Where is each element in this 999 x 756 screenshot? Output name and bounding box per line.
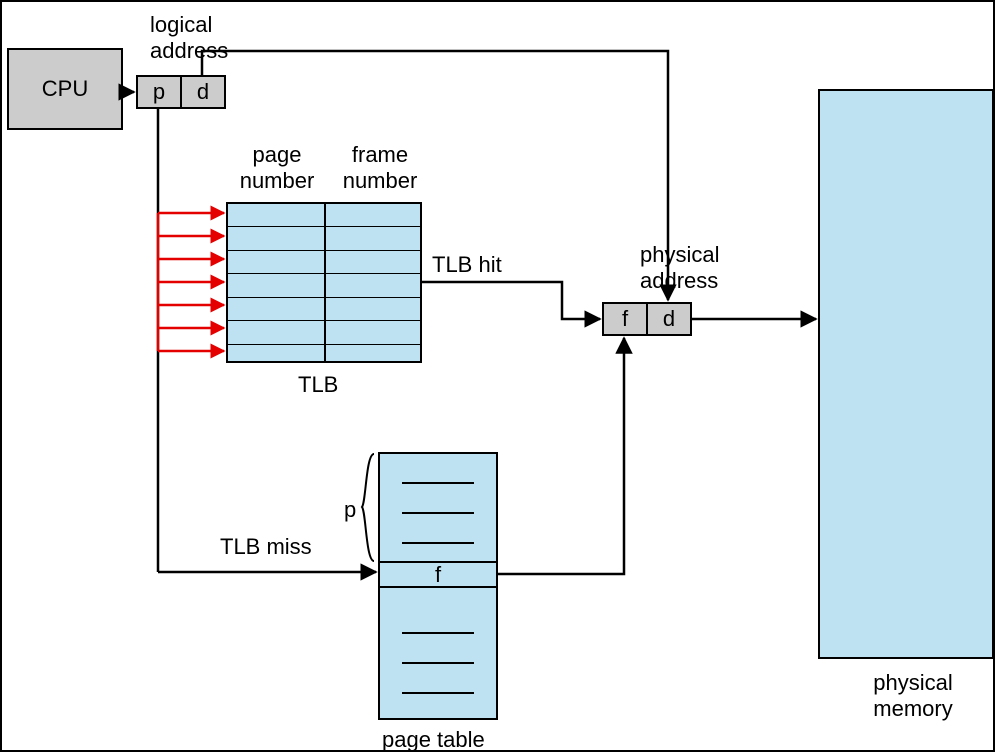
logical-address-d-cell: d [180,75,226,109]
logical-address-p: p [153,79,165,105]
page-table-entry-line [402,512,474,514]
page-table-entry-line [402,632,474,634]
page-table-f-row: f [378,561,498,588]
logical-address-d: d [197,79,209,105]
physical-memory-box [818,89,994,659]
tlb-row [228,251,420,274]
page-table-entry-line [402,542,474,544]
page-table-entry-line [402,482,474,484]
tlb-row [228,321,420,344]
physical-address-f-cell: f [602,302,648,336]
page-table-entry-line [402,692,474,694]
page-table-f-value: f [435,562,441,588]
diagram-canvas: CPU logical address p d page number fram… [0,0,995,752]
physical-address-d-cell: d [646,302,692,336]
tlb-miss-label: TLB miss [220,534,312,560]
tlb-row [228,345,420,367]
physical-address-label: physical address [640,242,719,294]
logical-address-p-cell: p [136,75,182,109]
tlb-hit-label: TLB hit [432,252,502,278]
cpu-label: CPU [42,76,88,102]
cpu-box: CPU [7,48,123,130]
tlb-label: TLB [298,372,338,398]
tlb-frame-number-header: frame number [330,142,430,194]
page-table-label: page table [382,727,485,753]
page-table-index-label: p [344,497,356,523]
tlb-row [228,227,420,250]
tlb-row [228,298,420,321]
physical-address-f: f [622,306,628,332]
tlb-table [226,202,422,363]
page-table-entry-line [402,662,474,664]
physical-address-d: d [663,306,675,332]
tlb-row [228,204,420,227]
logical-address-label: logical address [150,12,228,64]
tlb-page-number-header: page number [232,142,322,194]
tlb-row [228,274,420,297]
physical-memory-label: physical memory [838,670,988,722]
